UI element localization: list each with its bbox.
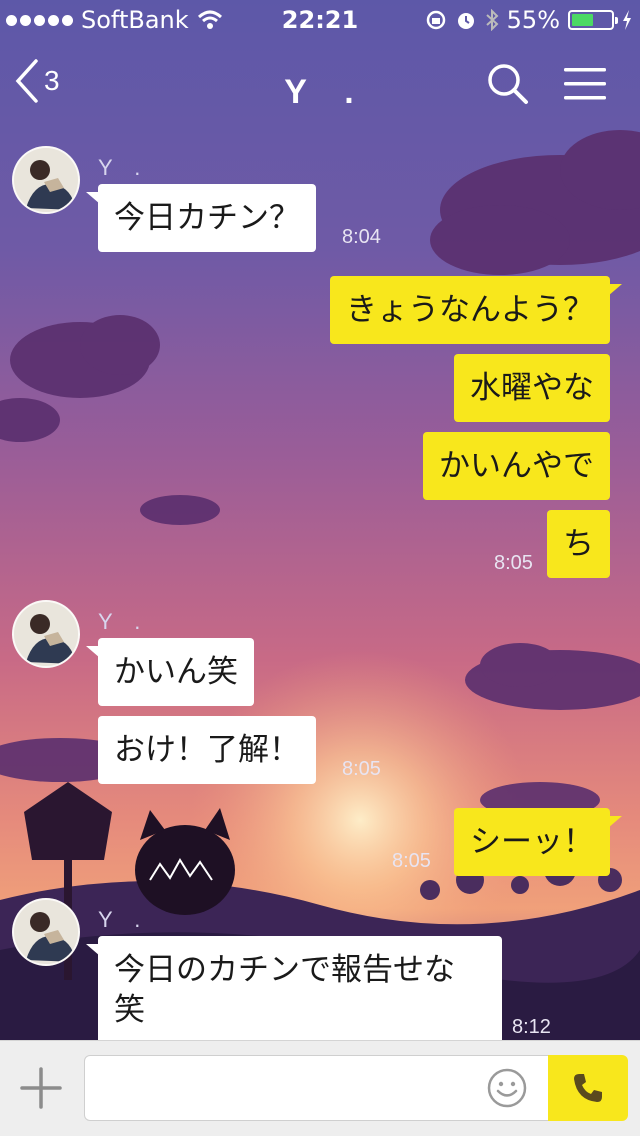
message-bubble[interactable]: きょうなんよう？ bbox=[330, 276, 622, 344]
chat-title: Y . bbox=[284, 73, 356, 111]
emoji-button[interactable] bbox=[486, 1067, 528, 1113]
message-bubble[interactable]: 今日のカチンで報告せな 笑 bbox=[86, 936, 502, 1040]
battery-percent: 55% bbox=[506, 6, 560, 34]
message-bubble[interactable]: かいん笑 bbox=[86, 638, 254, 706]
status-right: 55% bbox=[425, 6, 632, 34]
search-icon bbox=[488, 64, 528, 104]
person-photo-icon bbox=[14, 900, 78, 964]
charging-icon bbox=[623, 10, 631, 30]
avatar[interactable] bbox=[12, 600, 80, 668]
menu-icon bbox=[564, 68, 606, 100]
phone-icon bbox=[574, 1074, 602, 1102]
nav-bar: 3 Y . bbox=[0, 40, 640, 128]
sender-name: Y . bbox=[98, 907, 141, 932]
emoji-icon bbox=[487, 1068, 527, 1108]
message-time: 8:05 bbox=[342, 758, 381, 780]
plus-icon bbox=[20, 1067, 62, 1109]
call-button[interactable] bbox=[548, 1055, 628, 1121]
rotation-lock-icon bbox=[426, 10, 445, 30]
sender-name: Y . bbox=[98, 609, 141, 634]
battery-icon bbox=[568, 10, 618, 30]
sender-name: Y . bbox=[98, 155, 141, 180]
message-time: 8:05 bbox=[392, 850, 431, 872]
message-bubble[interactable]: おけ！了解！ bbox=[98, 716, 316, 784]
message-time: 8:04 bbox=[342, 226, 381, 248]
message-bubble[interactable]: 水曜やな bbox=[454, 354, 610, 422]
message-line: 今日のカチンで報告せな bbox=[114, 952, 455, 988]
message-bubble[interactable]: シーッ！ bbox=[454, 808, 622, 876]
status-bar: SoftBank 22:21 55% bbox=[0, 0, 640, 40]
person-photo-icon bbox=[14, 148, 78, 212]
message-bubble[interactable]: 今日カチン？ bbox=[86, 184, 316, 252]
cat-silhouette bbox=[135, 808, 235, 915]
alarm-icon bbox=[457, 13, 474, 29]
message-line: 笑 bbox=[114, 992, 145, 1028]
input-bar bbox=[0, 1040, 640, 1136]
message-time: 8:12 bbox=[512, 1016, 551, 1038]
person-photo-icon bbox=[14, 602, 78, 666]
search-button[interactable] bbox=[486, 62, 530, 110]
message-bubble[interactable]: かいんやで bbox=[423, 432, 610, 500]
message-time: 8:05 bbox=[494, 552, 533, 574]
menu-button[interactable] bbox=[562, 66, 608, 106]
avatar[interactable] bbox=[12, 146, 80, 214]
message-input[interactable] bbox=[84, 1055, 550, 1121]
bluetooth-icon bbox=[485, 9, 499, 31]
plus-button[interactable] bbox=[18, 1065, 64, 1115]
avatar[interactable] bbox=[12, 898, 80, 966]
message-bubble[interactable]: ち bbox=[547, 510, 610, 578]
